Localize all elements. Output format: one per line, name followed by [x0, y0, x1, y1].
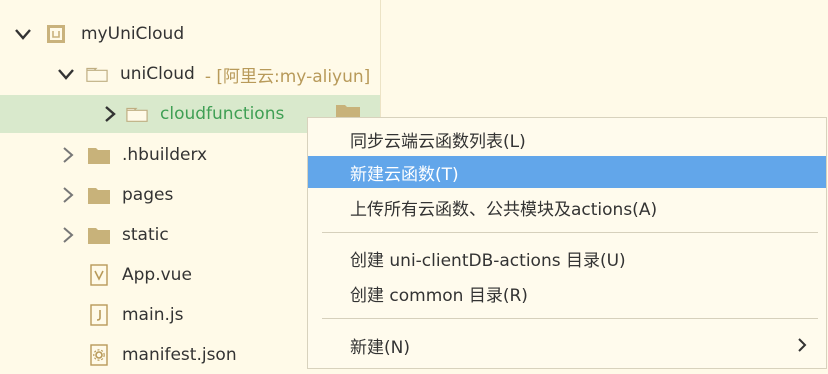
tree-item-label: uniCloud: [120, 64, 195, 84]
tree-item-label: manifest.json: [122, 345, 237, 365]
menu-item-label: 创建 common 目录(R): [350, 285, 528, 306]
menu-item-sync-cloud-functions[interactable]: 同步云端云函数列表(L): [308, 123, 826, 155]
tree-item-label: main.js: [122, 305, 184, 325]
tree-item-myunicloud[interactable]: myUniCloud: [0, 15, 380, 53]
tree-item-label: pages: [122, 185, 174, 205]
chevron-down-icon[interactable]: [13, 24, 33, 44]
menu-separator: [322, 232, 818, 233]
menu-item-create-clientdb-actions[interactable]: 创建 uni-clientDB-actions 目录(U): [308, 242, 826, 274]
cloud-folder-icon: [126, 103, 148, 125]
cloud-provider-label: - [阿里云:my-aliyun]: [204, 66, 371, 87]
folder-icon: [88, 184, 110, 206]
tree-item-label: static: [122, 225, 169, 245]
chevron-right-icon[interactable]: [58, 145, 78, 165]
chevron-right-icon: [796, 337, 808, 357]
menu-item-upload-all[interactable]: 上传所有云函数、公共模块及actions(A): [308, 191, 826, 223]
chevron-down-icon[interactable]: [56, 64, 76, 84]
menu-item-label: 新建(N): [350, 337, 410, 358]
tree-item-label: .hbuilderx: [122, 145, 208, 165]
tree-item-label: cloudfunctions: [160, 104, 285, 124]
tree-item-label: App.vue: [122, 265, 192, 285]
tree-item-unicloud[interactable]: uniCloud - [阿里云:my-aliyun]: [0, 55, 380, 93]
menu-item-label: 新建云函数(T): [350, 164, 459, 185]
cloud-folder-icon: [86, 63, 108, 85]
menu-separator: [322, 318, 818, 319]
chevron-right-icon[interactable]: [58, 185, 78, 205]
vue-file-icon: [88, 264, 110, 286]
folder-icon: [88, 224, 110, 246]
menu-item-create-common[interactable]: 创建 common 目录(R): [308, 277, 826, 309]
menu-item-label: 同步云端云函数列表(L): [350, 131, 526, 152]
tree-item-label: myUniCloud: [81, 24, 185, 44]
menu-item-new-cloud-function[interactable]: 新建云函数(T): [308, 156, 826, 188]
menu-item-new[interactable]: 新建(N): [308, 329, 826, 361]
chevron-right-icon[interactable]: [58, 225, 78, 245]
menu-item-label: 创建 uni-clientDB-actions 目录(U): [350, 250, 626, 271]
context-menu: 同步云端云函数列表(L) 新建云函数(T) 上传所有云函数、公共模块及actio…: [307, 117, 827, 369]
js-file-icon: [88, 304, 110, 326]
settings-file-icon: [88, 344, 110, 366]
folder-icon: [88, 144, 110, 166]
menu-item-label: 上传所有云函数、公共模块及actions(A): [350, 199, 658, 220]
project-icon: [45, 23, 67, 45]
chevron-right-icon[interactable]: [100, 104, 120, 124]
